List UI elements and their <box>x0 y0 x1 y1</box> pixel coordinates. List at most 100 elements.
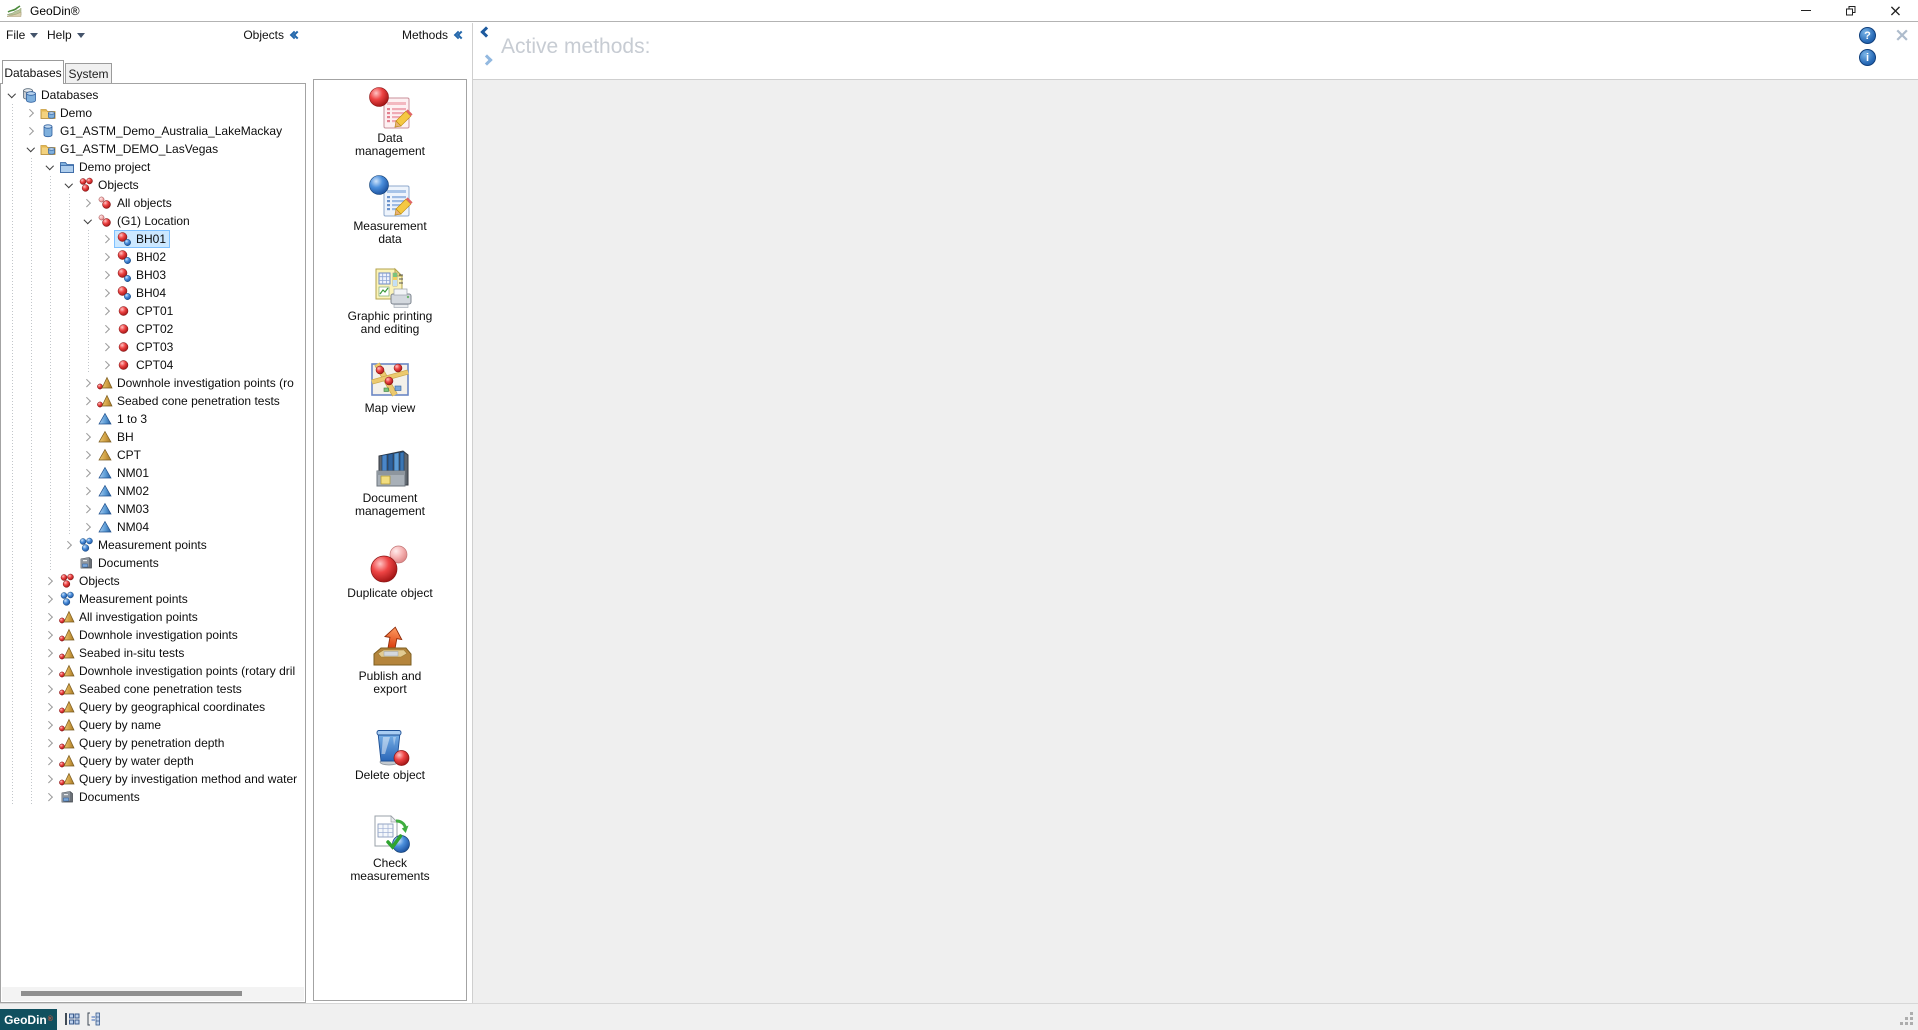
expand-arrow[interactable] <box>62 181 76 189</box>
tree-item[interactable]: BH03 <box>114 266 170 284</box>
tree-item[interactable]: NM01 <box>95 464 153 482</box>
method-duplicate-object[interactable]: Duplicate object <box>314 541 466 600</box>
expand-arrow[interactable] <box>43 776 57 782</box>
minimize-button[interactable] <box>1783 0 1828 21</box>
tree-item[interactable]: Query by name <box>57 716 165 734</box>
tree-row[interactable]: Measurement points <box>1 590 305 608</box>
tree-row[interactable]: All investigation points <box>1 608 305 626</box>
tree-item[interactable]: BH01 <box>114 230 170 248</box>
expand-arrow[interactable] <box>43 596 57 602</box>
method-graphic-printing-and-editing[interactable]: Graphic printingand editing <box>314 264 466 336</box>
method-measurement-data[interactable]: Measurementdata <box>314 174 466 246</box>
method-data-management[interactable]: Datamanagement <box>314 86 466 158</box>
tree-item[interactable]: Query by penetration depth <box>57 734 228 752</box>
tree-item[interactable]: Seabed in-situ tests <box>57 644 188 662</box>
tree-row[interactable]: Seabed in-situ tests <box>1 644 305 662</box>
tab-system[interactable]: System <box>65 63 112 84</box>
method-delete-object[interactable]: Delete object <box>314 723 466 782</box>
expand-arrow[interactable] <box>100 308 114 314</box>
tree-row[interactable]: 1 to 3 <box>1 410 305 428</box>
tree-row[interactable]: Documents <box>1 788 305 806</box>
tree-horizontal-scrollbar[interactable] <box>2 987 304 1001</box>
tree-row[interactable]: Databases <box>1 86 305 104</box>
tree-row[interactable]: All objects <box>1 194 305 212</box>
tree-item[interactable]: Query by investigation method and water <box>57 770 301 788</box>
tree-item[interactable]: CPT03 <box>114 338 177 356</box>
expand-arrow[interactable] <box>81 416 95 422</box>
tree-item[interactable]: All objects <box>95 194 176 212</box>
tree-row[interactable]: Objects <box>1 572 305 590</box>
tree-row[interactable]: CPT04 <box>1 356 305 374</box>
expand-arrow[interactable] <box>81 200 95 206</box>
expand-arrow[interactable] <box>43 578 57 584</box>
method-check-measurements[interactable]: Checkmeasurements <box>314 811 466 883</box>
expand-arrow[interactable] <box>81 452 95 458</box>
expand-arrow[interactable] <box>43 163 57 171</box>
method-document-management[interactable]: Documentmanagement <box>314 446 466 518</box>
expand-arrow[interactable] <box>43 686 57 692</box>
expand-arrow[interactable] <box>24 128 38 134</box>
tree-item[interactable]: Downhole investigation points (ro <box>95 374 298 392</box>
expand-arrow[interactable] <box>100 272 114 278</box>
info-icon[interactable]: i <box>1859 49 1876 66</box>
tree-row[interactable]: Query by water depth <box>1 752 305 770</box>
tile-view-icon[interactable] <box>64 1011 80 1027</box>
tree-item[interactable]: NM04 <box>95 518 153 536</box>
close-panel-icon[interactable]: × <box>1894 24 1910 46</box>
expand-arrow[interactable] <box>81 380 95 386</box>
tree-row[interactable]: Seabed cone penetration tests <box>1 392 305 410</box>
tree-row[interactable]: CPT03 <box>1 338 305 356</box>
tree-item[interactable]: NM03 <box>95 500 153 518</box>
expand-arrow[interactable] <box>100 326 114 332</box>
expand-arrow[interactable] <box>43 632 57 638</box>
tree-row[interactable]: Downhole investigation points <box>1 626 305 644</box>
tree-row[interactable]: BH01 <box>1 230 305 248</box>
tree-row[interactable]: NM01 <box>1 464 305 482</box>
tree-row[interactable]: BH <box>1 428 305 446</box>
tree-item[interactable]: Measurement points <box>76 536 211 554</box>
tree-item[interactable]: Demo <box>38 104 96 122</box>
tree-item[interactable]: (G1) Location <box>95 212 194 230</box>
tree-item[interactable]: CPT01 <box>114 302 177 320</box>
tree-row[interactable]: BH02 <box>1 248 305 266</box>
expand-arrow[interactable] <box>62 542 76 548</box>
expand-arrow[interactable] <box>100 254 114 260</box>
tree-row[interactable]: CPT <box>1 446 305 464</box>
help-icon[interactable]: ? <box>1859 27 1876 44</box>
tree-item[interactable]: G1_ASTM_DEMO_LasVegas <box>38 140 222 158</box>
tree-item[interactable]: Downhole investigation points <box>57 626 242 644</box>
restore-button[interactable] <box>1828 0 1873 21</box>
collapse-methods-icon[interactable] <box>455 32 464 38</box>
close-button[interactable]: × <box>1873 0 1918 21</box>
tab-databases[interactable]: Databases <box>2 60 64 84</box>
expand-arrow[interactable] <box>24 145 38 153</box>
method-publish-and-export[interactable]: Publish andexport <box>314 624 466 696</box>
tree-row[interactable]: Demo <box>1 104 305 122</box>
method-map-view[interactable]: Map view <box>314 356 466 415</box>
tree-item[interactable]: Query by water depth <box>57 752 198 770</box>
tree-item[interactable]: Objects <box>76 176 143 194</box>
expand-arrow[interactable] <box>24 110 38 116</box>
file-menu[interactable]: File <box>6 28 38 42</box>
tree-item[interactable]: Databases <box>19 86 102 104</box>
tree-row[interactable]: NM04 <box>1 518 305 536</box>
expand-arrow[interactable] <box>43 614 57 620</box>
tree-row[interactable]: G1_ASTM_DEMO_LasVegas <box>1 140 305 158</box>
tree-row[interactable]: Query by penetration depth <box>1 734 305 752</box>
expand-arrow[interactable] <box>43 650 57 656</box>
tree-row[interactable]: NM03 <box>1 500 305 518</box>
tree-row[interactable]: BH03 <box>1 266 305 284</box>
tree-item[interactable]: Demo project <box>57 158 154 176</box>
tree-item[interactable]: CPT <box>95 446 145 464</box>
collapse-objects-icon[interactable] <box>291 32 300 38</box>
expand-arrow[interactable] <box>43 758 57 764</box>
expand-arrow[interactable] <box>5 91 19 99</box>
tree-row[interactable]: Query by geographical coordinates <box>1 698 305 716</box>
tree-row[interactable]: Query by name <box>1 716 305 734</box>
tree-item[interactable]: Seabed cone penetration tests <box>57 680 246 698</box>
tree-row[interactable]: CPT01 <box>1 302 305 320</box>
scrollbar-thumb[interactable] <box>21 991 242 996</box>
tree-item[interactable]: Objects <box>57 572 124 590</box>
tree-item[interactable]: Downhole investigation points (rotary dr… <box>57 662 299 680</box>
expand-arrow[interactable] <box>81 217 95 225</box>
